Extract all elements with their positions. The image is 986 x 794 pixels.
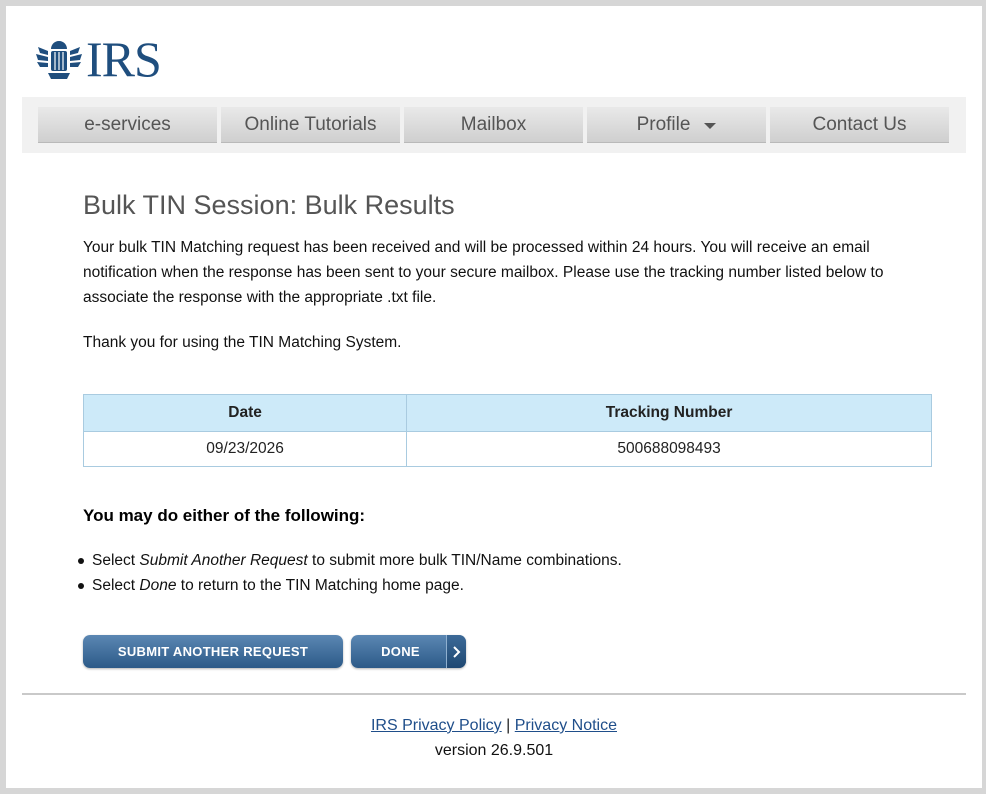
options-list: Select Submit Another Request to submit … — [78, 548, 622, 598]
chevron-right-icon — [446, 635, 466, 668]
thanks-message: Thank you for using the TIN Matching Sys… — [83, 334, 402, 351]
page-title: Bulk TIN Session: Bulk Results — [83, 190, 455, 220]
list-item: Select Done to return to the TIN Matchin… — [78, 573, 622, 598]
logo-wordmark: IRS — [86, 31, 162, 87]
confirmation-message: Your bulk TIN Matching request has been … — [83, 239, 884, 306]
results-table: Date Tracking Number 09/23/2026 50068809… — [82, 394, 932, 467]
nav-item-label: Mailbox — [460, 113, 527, 135]
nav-item-e-services[interactable]: e-services — [38, 107, 217, 143]
nav-item-contact-us[interactable]: Contact Us — [770, 107, 949, 143]
irs-logo[interactable]: IRS — [34, 34, 174, 84]
nav-item-label: e-services — [84, 113, 171, 135]
privacy-notice-link[interactable]: Privacy Notice — [515, 717, 617, 734]
date-cell: 09/23/2026 — [82, 431, 408, 467]
tracking-number-cell: 500688098493 — [406, 431, 932, 467]
caret-down-icon — [704, 122, 717, 129]
page-frame: IRS e-services Online Tutorials Mailbox … — [6, 6, 982, 788]
footer-links: IRS Privacy Policy | Privacy Notice — [6, 717, 982, 735]
column-header-date: Date — [82, 394, 408, 432]
done-button[interactable]: DONE — [351, 635, 466, 668]
option-emphasis: Submit Another Request — [139, 552, 308, 569]
nav-item-online-tutorials[interactable]: Online Tutorials — [221, 107, 400, 143]
nav-item-mailbox[interactable]: Mailbox — [404, 107, 583, 143]
button-label: SUBMIT ANOTHER REQUEST — [117, 644, 309, 659]
nav-item-label: Profile — [636, 113, 691, 135]
option-text: to submit more bulk TIN/Name combination… — [307, 552, 622, 569]
table-header-row: Date Tracking Number — [82, 394, 932, 432]
option-text: Select — [92, 552, 140, 569]
nav-item-label: Online Tutorials — [244, 113, 377, 135]
footer-divider — [22, 693, 966, 695]
main-nav: e-services Online Tutorials Mailbox Prof… — [38, 107, 949, 143]
eagle-emblem-icon — [36, 41, 82, 79]
column-header-tracking-number: Tracking Number — [406, 394, 932, 432]
button-label: DONE — [381, 644, 420, 659]
irs-privacy-policy-link[interactable]: IRS Privacy Policy — [371, 717, 502, 734]
version-text: version 26.9.501 — [434, 742, 554, 759]
option-text: to return to the TIN Matching home page. — [176, 577, 464, 594]
option-text: Select — [92, 577, 140, 594]
nav-item-label: Contact Us — [812, 113, 907, 135]
list-item: Select Submit Another Request to submit … — [78, 548, 622, 573]
submit-another-request-button[interactable]: SUBMIT ANOTHER REQUEST — [83, 635, 343, 668]
nav-item-profile[interactable]: Profile — [587, 107, 766, 143]
table-row: 09/23/2026 500688098493 — [82, 431, 932, 467]
options-heading: You may do either of the following: — [83, 506, 366, 525]
nav-bar: e-services Online Tutorials Mailbox Prof… — [22, 97, 966, 153]
link-separator: | — [506, 717, 511, 734]
option-emphasis: Done — [139, 577, 177, 594]
